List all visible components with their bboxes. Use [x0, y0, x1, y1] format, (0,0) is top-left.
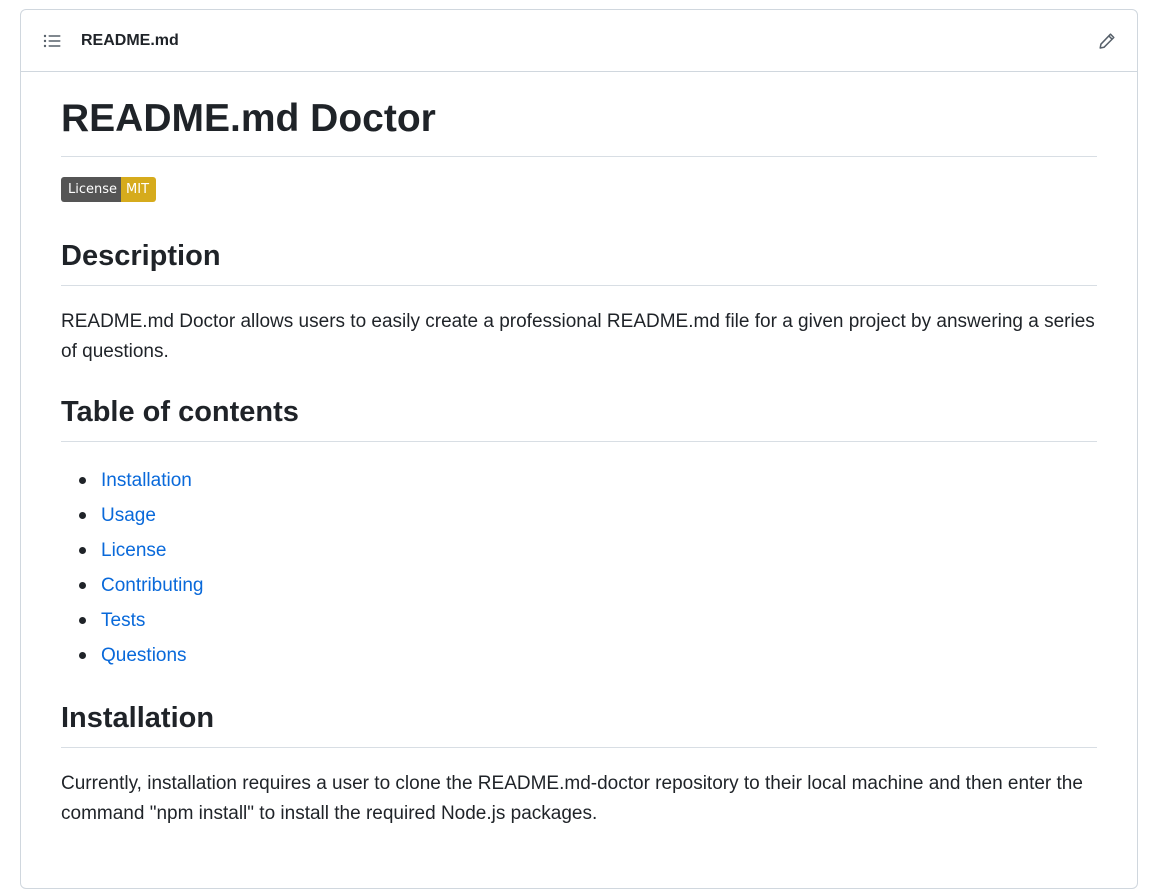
license-badge[interactable]: License MIT [61, 177, 157, 202]
toc-list: Installation Usage License Contributing … [61, 463, 1097, 673]
toc-list-item: Contributing [79, 568, 1097, 603]
pencil-icon[interactable] [1096, 30, 1118, 52]
toc-list-item: Installation [79, 463, 1097, 498]
readme-box: README.md README.md Doctor License MIT D… [20, 9, 1138, 889]
markdown-body: README.md Doctor License MIT Description… [21, 72, 1137, 829]
toc-list-item: Questions [79, 638, 1097, 673]
toc-list-item: Tests [79, 603, 1097, 638]
heading-installation: Installation [61, 699, 1097, 748]
list-unordered-icon[interactable] [41, 30, 63, 52]
badge-label: License [61, 177, 122, 202]
heading-description: Description [61, 237, 1097, 286]
toc-link-questions[interactable]: Questions [101, 645, 187, 666]
toc-link-tests[interactable]: Tests [101, 610, 145, 631]
badge-value: MIT [121, 177, 157, 202]
toc-link-license[interactable]: License [101, 540, 167, 561]
toc-list-item: Usage [79, 498, 1097, 533]
readme-header: README.md [21, 10, 1137, 72]
installation-text: Currently, installation requires a user … [61, 773, 1083, 824]
toc-link-contributing[interactable]: Contributing [101, 575, 203, 596]
toc-list-item: License [79, 533, 1097, 568]
toc-link-usage[interactable]: Usage [101, 505, 156, 526]
file-name: README.md [81, 31, 179, 49]
page-title: README.md Doctor [61, 94, 1097, 157]
toc-link-installation[interactable]: Installation [101, 470, 192, 491]
heading-table-of-contents: Table of contents [61, 393, 1097, 442]
description-text: README.md Doctor allows users to easily … [61, 311, 1095, 362]
